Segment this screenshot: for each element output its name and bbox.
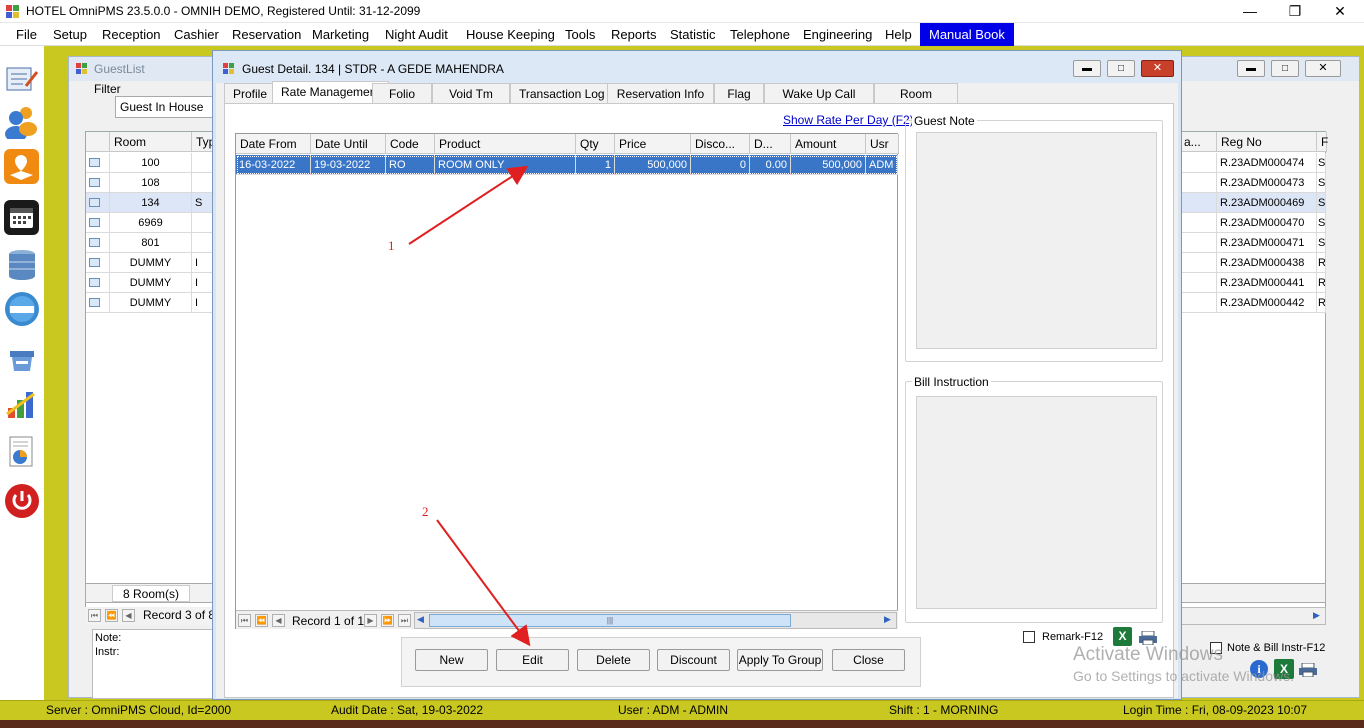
status-audit-date: Audit Date : Sat, 19-03-2022 [331, 703, 484, 717]
watermark-line2: Go to Settings to activate Windows. [1073, 668, 1294, 684]
watermark-line1: Activate Windows [1073, 644, 1223, 665]
status-server: Server : OmniPMS Cloud, Id=2000 [46, 703, 232, 717]
taskbar-strip [0, 720, 1364, 728]
arrow-2 [436, 519, 531, 647]
status-bar: Server : OmniPMS Cloud, Id=2000 Audit Da… [0, 700, 1364, 720]
annotation-arrows: 1 2 [388, 165, 531, 647]
status-user: User : ADM - ADMIN [618, 703, 729, 717]
status-shift: Shift : 1 - MORNING [889, 703, 999, 717]
arrow-1 [408, 165, 529, 245]
arrow-1-label: 1 [388, 238, 395, 253]
arrow-2-label: 2 [422, 504, 429, 519]
status-login-time: Login Time : Fri, 08-09-2023 10:07 [1123, 703, 1308, 717]
